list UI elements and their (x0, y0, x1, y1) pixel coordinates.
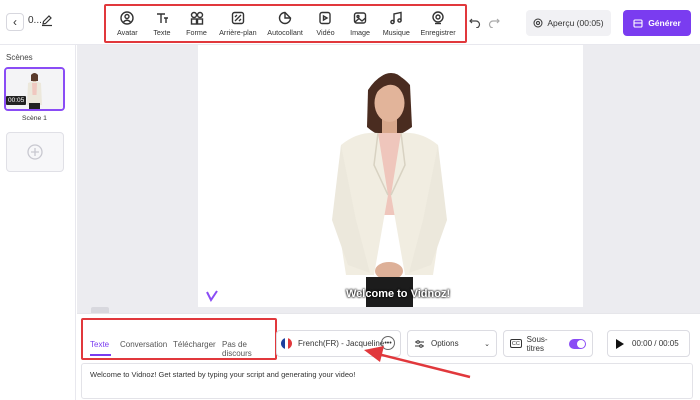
tool-label: Vidéo (316, 27, 335, 37)
video-icon (319, 11, 332, 24)
playback-time: 00:00 / 00:05 (632, 339, 679, 348)
tool-label: Avatar (116, 27, 138, 37)
scene-duration: 00:05 (6, 96, 27, 105)
scene-label: Scène 1 (22, 115, 47, 122)
preview-button[interactable]: Aperçu (00:05) (526, 10, 611, 36)
music-icon (390, 11, 403, 24)
avatar-icon (120, 10, 134, 25)
canvas-area: Welcome to Vidnoz! ⌄ (77, 45, 700, 318)
tool-label: Texte (153, 27, 171, 37)
tool-label: Image (350, 27, 371, 37)
tool-label: Forme (186, 27, 207, 37)
shape-icon (190, 11, 203, 25)
sticker-icon (278, 11, 292, 24)
subtitles-control: CC Sous-titres (503, 330, 593, 357)
subtitles-toggle[interactable] (568, 338, 586, 349)
record-icon (432, 10, 444, 24)
tab-conversation[interactable]: Conversation (120, 340, 167, 349)
tab-pas-de-discours[interactable]: Pas de discours (222, 340, 275, 358)
add-scene-button[interactable] (6, 132, 64, 172)
tool-video[interactable]: Vidéo (313, 7, 337, 41)
plus-circle-icon (27, 144, 43, 160)
text-icon (156, 12, 168, 23)
subtitles-label: Sous-titres (526, 334, 548, 353)
box-icon (633, 19, 643, 28)
tool-label: Musique (382, 27, 410, 37)
tool-background[interactable]: Arrière-plan (219, 7, 257, 41)
tool-label: Autocollant (267, 27, 303, 37)
annotation-arrow (364, 346, 471, 379)
tool-label: Arrière-plan (219, 27, 257, 37)
tool-label: Enregistrer (420, 27, 456, 37)
back-button[interactable]: ‹ (6, 13, 24, 31)
chevron-left-icon: ‹ (13, 15, 17, 29)
vidnoz-logo-icon (206, 290, 218, 302)
tool-image[interactable]: Image (348, 7, 372, 41)
tool-record[interactable]: Enregistrer (420, 7, 456, 41)
tool-sticker[interactable]: Autocollant (267, 7, 303, 41)
tool-avatar[interactable]: Avatar (115, 7, 139, 41)
generate-button[interactable]: Générer (623, 10, 691, 36)
active-tab-indicator (90, 354, 111, 356)
cc-icon: CC (510, 339, 522, 348)
tab-telecharger[interactable]: Télécharger (173, 340, 216, 349)
tool-text[interactable]: Texte (150, 7, 174, 41)
background-icon (231, 11, 245, 24)
top-bar: ‹ 0... Avatar Texte Forme Arrière-plan A… (0, 0, 700, 45)
scenes-title: Scènes (6, 53, 33, 62)
eye-icon (533, 18, 543, 28)
tool-music[interactable]: Musique (383, 7, 410, 41)
play-icon[interactable] (616, 338, 624, 349)
image-icon (353, 11, 367, 24)
editor-tabs: Texte Conversation Télécharger Pas de di… (81, 318, 277, 360)
tool-shape[interactable]: Forme (185, 7, 209, 41)
scenes-panel: Scènes 00:05 Scène 1 (0, 45, 76, 400)
generate-label: Générer (648, 18, 681, 28)
undo-icon[interactable] (469, 16, 481, 28)
redo-icon[interactable] (488, 16, 500, 28)
tab-texte[interactable]: Texte (90, 340, 109, 349)
chevron-down-icon: ⌄ (484, 340, 490, 348)
playback-control: 00:00 / 00:05 (607, 330, 690, 357)
toolbox: Avatar Texte Forme Arrière-plan Autocoll… (104, 4, 467, 43)
preview-label: Aperçu (00:05) (547, 18, 604, 28)
france-flag-icon (281, 338, 292, 349)
avatar-figure (198, 45, 583, 307)
pencil-icon[interactable] (40, 13, 54, 27)
video-canvas[interactable] (198, 45, 583, 307)
video-subtitle: Welcome to Vidnoz! (346, 288, 451, 300)
